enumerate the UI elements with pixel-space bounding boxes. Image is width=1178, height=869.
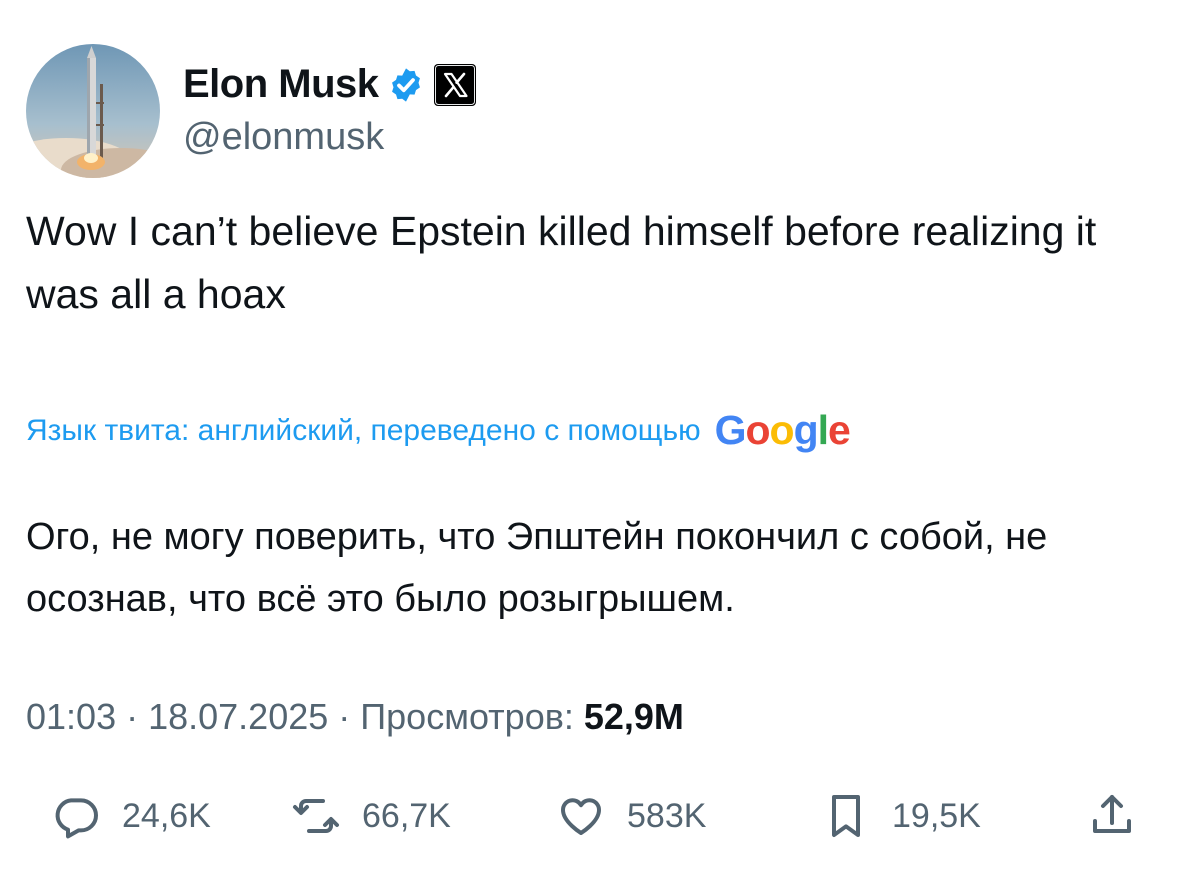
- translation-label-link[interactable]: Язык твита: английский, переведено с пом…: [26, 414, 701, 448]
- verified-badge-icon: [391, 67, 420, 102]
- x-logo-icon: [433, 63, 476, 106]
- tweet-text: Wow I can’t believe Epstein killed himse…: [26, 208, 1097, 317]
- meta-separator: ·: [328, 696, 361, 737]
- google-logo: Google: [714, 407, 851, 453]
- repost-button[interactable]: 66,7K: [292, 792, 451, 840]
- author-name-row: Elon Musk: [183, 62, 477, 107]
- like-button[interactable]: 583K: [557, 792, 706, 840]
- views-count[interactable]: 52,9M: [584, 696, 684, 737]
- meta-separator: ·: [116, 696, 149, 737]
- author-handle[interactable]: @elonmusk: [183, 116, 384, 159]
- rocket-launch-avatar: [26, 44, 160, 178]
- share-button[interactable]: [1088, 792, 1136, 840]
- tweet-meta: 01:03 · 18.07.2025 · Просмотров: 52,9M: [26, 696, 684, 738]
- like-count: 583K: [627, 796, 707, 835]
- tweet-actions-bar: 24,6K 66,7K 583K 19,5K: [52, 792, 1152, 852]
- translation-attribution: Язык твита: английский, переведено с пом…: [26, 407, 851, 453]
- heart-icon: [560, 798, 602, 835]
- reply-count: 24,6K: [122, 796, 211, 835]
- views-label: Просмотров:: [360, 696, 574, 737]
- repost-count: 66,7K: [362, 796, 451, 835]
- tweet-time[interactable]: 01:03: [26, 696, 116, 737]
- repost-icon: [293, 799, 339, 833]
- bookmark-icon: [832, 795, 860, 837]
- reply-button[interactable]: 24,6K: [52, 792, 211, 840]
- avatar[interactable]: [26, 44, 160, 178]
- reply-icon: [55, 798, 98, 839]
- translated-text: Ого, не могу поверить, что Эпштейн покон…: [26, 516, 1048, 620]
- share-icon: [1093, 795, 1131, 833]
- author-display-name[interactable]: Elon Musk: [183, 62, 379, 107]
- bookmark-count: 19,5K: [892, 796, 981, 835]
- bookmark-button[interactable]: 19,5K: [822, 792, 981, 840]
- tweet-date[interactable]: 18.07.2025: [148, 696, 328, 737]
